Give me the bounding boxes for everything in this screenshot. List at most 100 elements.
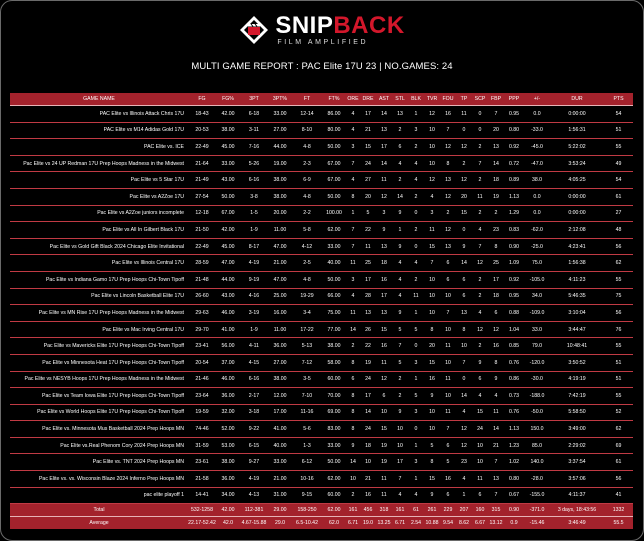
stat-cell: 15: [472, 404, 488, 422]
table-row: Pac Elite vs NESYB Hoops 17U Prep Hoops …: [10, 371, 633, 389]
stat-cell: 8: [488, 238, 504, 256]
stat-cell: 13: [488, 470, 504, 488]
stat-cell: 32.00: [216, 404, 240, 422]
column-header[interactable]: +/-: [524, 93, 550, 106]
stat-cell: 8: [346, 188, 360, 206]
stat-cell: -50.0: [524, 404, 550, 422]
stat-cell: 17: [392, 453, 408, 472]
column-header[interactable]: 3PT: [240, 93, 268, 106]
stat-cell: 6: [440, 487, 456, 505]
column-header[interactable]: SCP: [472, 93, 488, 106]
stat-cell: 9: [472, 354, 488, 372]
stat-cell: 1332: [604, 503, 633, 518]
game-name-cell: PAC Elite vs. ICE: [10, 138, 188, 156]
table-row: Pac Elite vs Mavericks Elite 17U Prep Ho…: [10, 337, 633, 355]
stat-cell: 5:46:35: [550, 288, 604, 306]
column-header[interactable]: PTS: [604, 93, 633, 106]
stat-cell: 4-13: [240, 487, 268, 505]
stat-cell: 9: [392, 304, 408, 322]
stat-cell: 0: [456, 221, 472, 239]
game-name-cell: Pac Elite vs. vs. Wisconsin Blaze 2024 I…: [10, 470, 188, 488]
stat-cell: 12: [376, 188, 392, 206]
stat-cell: 14: [392, 188, 408, 206]
stat-cell: 67.00: [322, 155, 346, 173]
stat-cell: 3-11: [240, 122, 268, 140]
stat-cell: 14: [488, 420, 504, 438]
stat-cell: 11: [376, 354, 392, 372]
stat-cell: 36.00: [216, 470, 240, 488]
stat-cell: 10: [424, 271, 440, 289]
stat-cell: 11: [440, 371, 456, 389]
column-header[interactable]: ORE: [346, 93, 360, 106]
stat-cell: 8.62: [456, 516, 472, 530]
column-header[interactable]: BLK: [408, 93, 424, 106]
stat-cell: 13: [488, 138, 504, 156]
stat-cell: 3:46:49: [550, 516, 604, 530]
column-header[interactable]: DRE: [360, 93, 376, 106]
stat-cell: 7: [392, 337, 408, 355]
column-header[interactable]: PPP: [504, 93, 524, 106]
stat-cell: 2-5: [292, 254, 322, 272]
stat-cell: 69.00: [322, 404, 346, 422]
column-header[interactable]: 3PT%: [268, 93, 292, 106]
game-name-cell: Pac Elite vs Mac Irving Central 17U: [10, 321, 188, 339]
stat-cell: -155.0: [524, 487, 550, 505]
stat-cell: 10: [456, 337, 472, 355]
stat-cell: 0: [472, 122, 488, 140]
column-header[interactable]: AST: [376, 93, 392, 106]
stat-cell: 6: [392, 138, 408, 156]
stat-cell: 10: [440, 288, 456, 306]
table-row: Pac Elite vs Minnesota Heat 17U Prep Hoo…: [10, 354, 633, 372]
stat-cell: 62.00: [322, 221, 346, 239]
stat-cell: 13: [392, 105, 408, 123]
stat-cell: 11: [456, 105, 472, 123]
stats-table: GAME NAME FG FG% 3PT 3PT% FT FT% ORE DRE AST STL BL…: [10, 93, 633, 530]
column-header[interactable]: FOU: [440, 93, 456, 106]
stat-cell: 7: [440, 122, 456, 140]
column-header[interactable]: FT%: [322, 93, 346, 106]
stat-cell: 10: [424, 288, 440, 306]
stat-cell: 2: [472, 171, 488, 189]
column-header[interactable]: TVR: [424, 93, 440, 106]
column-header[interactable]: FG: [188, 93, 216, 106]
stat-cell: 45.00: [216, 138, 240, 156]
column-header[interactable]: GAME NAME: [10, 93, 188, 106]
stat-cell: 5-13: [292, 337, 322, 355]
stat-cell: 9: [424, 387, 440, 405]
stat-cell: 0.89: [504, 171, 524, 189]
stat-cell: 229: [440, 503, 456, 518]
stat-cell: 37.00: [216, 354, 240, 372]
game-name-cell: Pac Elite vs MN Rise 17U Prep Hoops Madn…: [10, 304, 188, 322]
stat-cell: 6: [376, 387, 392, 405]
stat-cell: 13: [456, 304, 472, 322]
stat-cell: 4-12: [292, 238, 322, 256]
stat-cell: 12: [488, 321, 504, 339]
stat-cell: 16.00: [268, 304, 292, 322]
stat-cell: 36.00: [216, 387, 240, 405]
stat-cell: 2: [392, 171, 408, 189]
stat-cell: 3: [346, 138, 360, 156]
stat-cell: 42.0: [216, 516, 240, 530]
stat-cell: 9-22: [240, 420, 268, 438]
stat-cell: 27-54: [188, 188, 216, 206]
stat-cell: 0: [456, 371, 472, 389]
column-header[interactable]: FT: [292, 93, 322, 106]
stat-cell: 1.09: [504, 254, 524, 272]
stat-cell: 315: [488, 503, 504, 518]
column-header[interactable]: TP: [456, 93, 472, 106]
stat-cell: 50.00: [322, 188, 346, 206]
stat-cell: 43.00: [216, 288, 240, 306]
game-name-cell: Pac Elite vs Mavericks Elite 17U Prep Ho…: [10, 337, 188, 355]
stat-cell: 19: [376, 453, 392, 472]
stat-cell: 14: [376, 105, 392, 123]
stat-cell: 15: [424, 470, 440, 488]
stat-cell: 21: [488, 437, 504, 455]
column-header[interactable]: DUR: [550, 93, 604, 106]
column-header[interactable]: FG%: [216, 93, 240, 106]
stat-cell: 12: [472, 254, 488, 272]
column-header[interactable]: STL: [392, 93, 408, 106]
stat-cell: 1:56:31: [550, 122, 604, 140]
stat-cell: 3:49:00: [550, 420, 604, 438]
column-header[interactable]: FBP: [488, 93, 504, 106]
stat-cell: 0.90: [504, 503, 524, 518]
